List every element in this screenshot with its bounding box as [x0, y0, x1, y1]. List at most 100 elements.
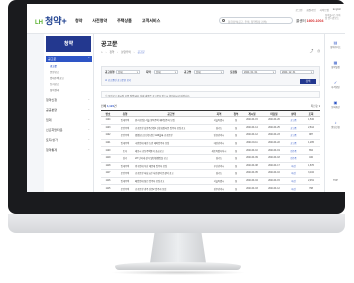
quick-item[interactable]: ▦ 청약일정 — [327, 60, 344, 69]
nav-item[interactable]: 고객서비스 — [142, 18, 160, 24]
table-row[interactable]: 1124 임대주택 [추가모집] 서울 행복주택 예비입주자 모집 서울특별시 첨 202… — [101, 116, 320, 125]
row-type: 상가 — [115, 154, 135, 163]
table-row[interactable]: 1123 분양주택 공공분양 남양주진접2 신혼희망타운 입주자 모집공고 경기도 첨 2… — [101, 124, 320, 133]
row-number: 1122 — [101, 131, 115, 140]
table-row[interactable]: 1115 분양주택 공공분양 광주 선운2 입주자 모집 광주광역시 첨 2024.01.… — [101, 184, 320, 192]
notice-table: 번호 유형 공고명 지역 첨부 게시일 마감일 상태 조회 1124 임대주택 [추… — [101, 110, 320, 192]
monitor-stand — [150, 233, 206, 263]
quick-item[interactable]: ▣ 모의계산 — [327, 100, 344, 109]
sidebar-item[interactable]: 임대 — [46, 117, 92, 122]
row-attachment: 첨 — [231, 184, 241, 192]
bell-icon: ♪ — [334, 120, 337, 125]
row-attachment: 첨 — [231, 169, 241, 178]
search-button[interactable]: 검색 — [300, 79, 316, 84]
open-only-checkbox[interactable]: ☑ 공고중인 공고문만 보기 — [105, 78, 131, 82]
row-region: 대전광역시 — [207, 139, 231, 148]
sitemap-link[interactable]: 사이트맵 — [320, 8, 329, 12]
row-title[interactable]: 국민임대 대전 도안 예비입주자 모집 — [135, 139, 207, 148]
date-to-input[interactable]: 2024. 12. 31 — [280, 69, 314, 74]
row-number: 1119 — [101, 154, 115, 163]
row-title[interactable]: [추가모집] 서울 행복주택 예비입주자 모집 — [135, 116, 207, 125]
sidebar-title: 청약 — [46, 36, 91, 52]
sidebar-sub-item[interactable]: 임대주택공고 — [50, 76, 64, 80]
nav-item[interactable]: 사전청약 — [92, 18, 107, 24]
row-region: 세종특별자치시 — [207, 146, 231, 155]
nav-item[interactable]: 주택상품 — [117, 18, 132, 24]
table-row[interactable]: 1122 분양주택 [정정공고] 인천 검단 A23블록 공공분양 인천광역시 첨 202… — [101, 131, 320, 140]
row-deadline: 2024.01.19 — [263, 146, 285, 155]
table-row[interactable]: 1117 분양주택 공공분양 하남교산 사전청약 본청약 공고 경기도 첨 2024.01… — [101, 169, 320, 178]
quick-item[interactable]: ♪ 알림신청 — [327, 120, 344, 129]
row-region: 경기도 — [207, 154, 231, 163]
breadcrumb-item[interactable]: 청약 — [109, 50, 114, 54]
sidebar-sub-item[interactable]: 청약결과 — [50, 88, 59, 92]
breadcrumb-separator: › — [105, 50, 107, 54]
row-title[interactable]: 공공분양 남양주진접2 신혼희망타운 입주자 모집공고 — [135, 124, 207, 133]
table-row[interactable]: 1120 토지 세종시 공동주택용지 공급공고 세종특별자치시 첨 2024.01.10 2… — [101, 146, 320, 155]
row-posted-date: 2024.01.04 — [241, 177, 263, 186]
table-row[interactable]: 1116 임대주택 매입임대 청년 입주자 모집공고 서울특별시 첨 2024.01.04… — [101, 177, 320, 186]
row-attachment: 첨 — [231, 116, 241, 125]
login-link[interactable]: 로그인 — [295, 8, 302, 12]
table-row[interactable]: 1121 임대주택 국민임대 대전 도안 예비입주자 모집 대전광역시 첨 2024.01… — [101, 139, 320, 148]
row-attachment: 첨 — [231, 139, 241, 148]
nav-item[interactable]: 청약 — [75, 18, 82, 24]
row-title[interactable]: 매입임대 청년 입주자 모집공고 — [135, 177, 207, 186]
logo-text: 청약+ — [45, 16, 67, 26]
sidebar-item[interactable]: 신혼희망타운 — [46, 127, 92, 132]
sidebar-item[interactable]: 청약통계 — [46, 147, 92, 152]
sidebar-item[interactable]: 토지/상가 — [46, 137, 92, 142]
row-status: 접수중 — [285, 154, 302, 163]
row-type: 임대주택 — [115, 139, 135, 148]
sidebar-item-notice[interactable]: 공고문 — [46, 55, 92, 62]
sidebar-item[interactable]: 공공분양 — [46, 107, 92, 112]
row-type: 임대주택 — [115, 116, 135, 125]
english-link[interactable]: English — [333, 8, 341, 12]
row-title[interactable]: 세종시 공동주택용지 공급공고 — [135, 146, 207, 155]
notice-text: 모집공고 게시일 기준 정렬되며, 상세 내용은 공고문을 반드시 확인하시기 … — [108, 94, 191, 98]
row-deadline: 2024.01.16 — [263, 169, 285, 178]
row-title[interactable]: 영구임대 부산 해운대 입주자 모집 — [135, 162, 207, 171]
row-deadline: 2024.01.26 — [263, 116, 285, 125]
row-status: 마감 — [285, 169, 302, 178]
table-row[interactable]: 1118 임대주택 영구임대 부산 해운대 입주자 모집 부산광역시 첨 2024.01.… — [101, 162, 320, 171]
sidebar-sub-item[interactable]: 토지공고 — [50, 82, 59, 86]
breadcrumb-item[interactable]: 분양주택 — [121, 50, 131, 54]
row-posted-date: 2024.01.10 — [241, 146, 263, 155]
app-download[interactable]: 청약플러스 모바일 앱 다운로드 — [325, 15, 341, 29]
row-number: 1121 — [101, 139, 115, 148]
guide-icon: ▤ — [333, 40, 338, 45]
row-deadline: 2024.01.22 — [263, 139, 285, 148]
row-views: 1,876 — [302, 162, 320, 171]
date-from-input[interactable]: 2024. 01. 01 — [242, 69, 276, 74]
share-icon[interactable]: ⤴ — [310, 49, 314, 54]
search-input[interactable]: 통합검색(공고, 주택, 청약일정 검색) — [219, 17, 293, 24]
region-select[interactable]: 전체 — [154, 69, 178, 74]
row-attachment: 첨 — [231, 162, 241, 171]
global-nav: 청약 사전청약 주택상품 고객서비스 — [75, 18, 160, 24]
row-title[interactable]: 공공분양 하남교산 사전청약 본청약 공고 — [135, 169, 207, 178]
print-icon[interactable]: ⎙ — [317, 49, 320, 54]
sort-select[interactable]: 최신순 ▾ — [311, 104, 320, 108]
site-logo[interactable]: LH 청약+ — [35, 14, 67, 27]
row-status: 마감 — [285, 177, 302, 186]
row-posted-date: 2024.01.15 — [241, 116, 263, 125]
breadcrumb-current: 공고문 — [137, 51, 145, 54]
sidebar-sub-item[interactable]: 분양공고 — [50, 70, 59, 74]
call-center-label: 콜센터 — [296, 19, 306, 23]
sidebar-sub-item[interactable]: 공고문 — [50, 64, 57, 68]
quick-item[interactable]: ✓ 자격확인 — [327, 80, 344, 89]
table-row[interactable]: 1119 상가 LH 단지내 상가 일반경쟁입찰 공고 경기도 첨 2024.01.09 2… — [101, 154, 320, 163]
quick-item[interactable]: ▤ 청약가이드 — [327, 40, 344, 49]
row-title[interactable]: 공공분양 광주 선운2 입주자 모집 — [135, 184, 207, 192]
title-search-input[interactable]: 전체 — [194, 69, 224, 74]
signup-link[interactable]: 회원가입 — [306, 8, 315, 12]
type-select[interactable]: 전체 — [116, 69, 140, 74]
home-icon[interactable]: ⌂ — [101, 51, 103, 54]
row-title[interactable]: LH 단지내 상가 일반경쟁입찰 공고 — [135, 154, 207, 163]
row-title[interactable]: [정정공고] 인천 검단 A23블록 공공분양 — [135, 131, 207, 140]
search-icon[interactable] — [222, 19, 225, 23]
scroll-top-button[interactable]: TOP — [327, 180, 344, 182]
sidebar-item[interactable]: 청약신청 — [46, 97, 92, 102]
row-attachment: 첨 — [231, 154, 241, 163]
